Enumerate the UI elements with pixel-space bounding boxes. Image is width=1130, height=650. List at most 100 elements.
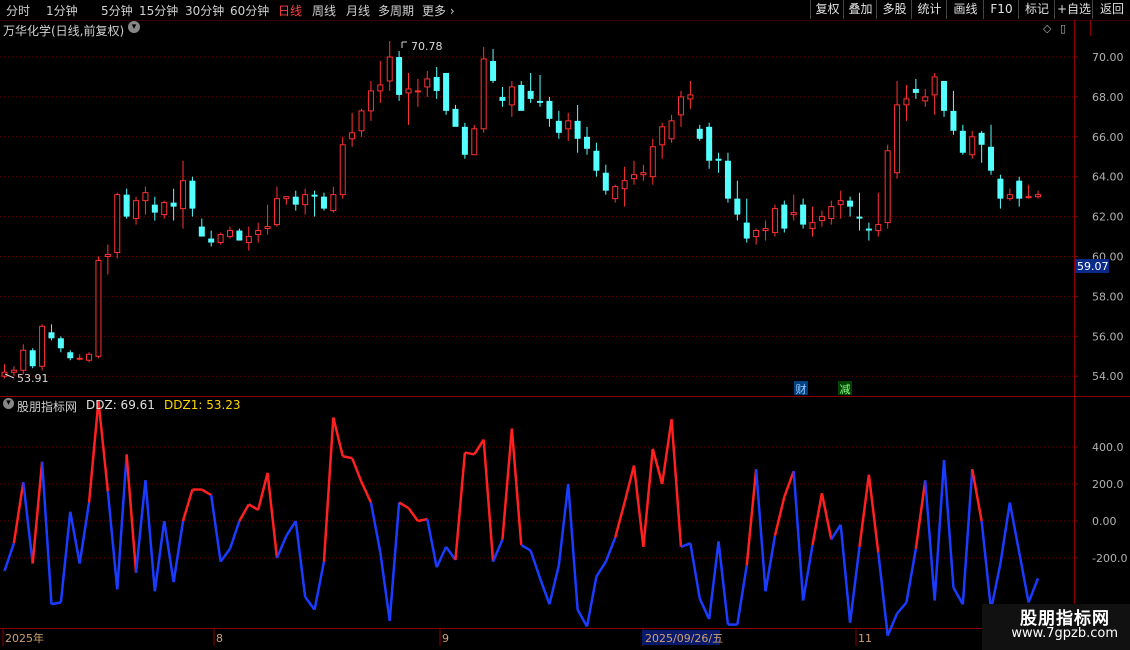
ddz-segment xyxy=(651,448,664,485)
ddz-segment xyxy=(12,481,25,544)
candle-body xyxy=(123,194,130,217)
ddz-segment xyxy=(379,552,391,622)
ddz-segment xyxy=(529,550,542,579)
candle-body xyxy=(593,150,600,171)
ddz-segment xyxy=(632,465,645,548)
price-tick-label: 56.00 xyxy=(1092,330,1124,343)
ddz-segment xyxy=(407,507,419,522)
candle-body xyxy=(283,196,290,200)
candle-body xyxy=(809,222,816,230)
candle-body xyxy=(818,216,825,222)
candle-body xyxy=(443,72,450,111)
ddz-segment xyxy=(275,535,288,559)
ddz1-value: DDZ1: 53.23 xyxy=(164,398,241,412)
candle-body xyxy=(292,196,299,205)
ddz-segment xyxy=(520,543,532,552)
ddz-segment xyxy=(388,502,401,621)
ddz-segment xyxy=(228,520,241,550)
price-tick-label: 68.00 xyxy=(1092,91,1124,104)
ddz-segment xyxy=(313,561,326,611)
ddz-segment xyxy=(698,598,711,620)
ddz-segment xyxy=(801,544,814,601)
candle-body xyxy=(959,130,966,153)
indicator-dropdown-icon[interactable]: ▾ xyxy=(3,398,14,409)
xaxis-label: 9 xyxy=(442,632,449,645)
indicator-tick-label: 0.00 xyxy=(1092,515,1117,528)
candle-body xyxy=(875,224,882,232)
candle-body xyxy=(490,60,497,81)
candle-body xyxy=(104,254,111,258)
candle-body xyxy=(790,212,797,216)
candle-body xyxy=(414,90,421,93)
candle-body xyxy=(978,132,985,145)
candle-body xyxy=(922,96,929,102)
candle-body xyxy=(800,204,807,225)
candle-body xyxy=(565,120,572,130)
candle-body xyxy=(1016,180,1023,199)
price-tick-label: 58.00 xyxy=(1092,290,1124,303)
ddz-segment xyxy=(162,520,175,583)
ddz-segment xyxy=(201,488,212,497)
ddz-segment xyxy=(209,494,222,562)
window-icon[interactable]: ▯ xyxy=(1060,22,1066,35)
low-price-label: 53.91 xyxy=(17,372,49,385)
ddz-segment xyxy=(566,483,579,610)
ddz-segment xyxy=(31,461,44,564)
candle-body xyxy=(76,357,83,360)
candle-body xyxy=(584,136,591,149)
ddz-segment xyxy=(125,454,138,573)
ddz-segment xyxy=(989,563,1002,611)
ddz-segment xyxy=(877,552,889,636)
xaxis-label: 2025年 xyxy=(5,631,44,645)
ddz-segment xyxy=(294,520,307,598)
ddz-segment xyxy=(660,419,673,485)
candle-body xyxy=(10,369,17,373)
ddz-segment xyxy=(830,524,842,541)
price-tick-label: 62.00 xyxy=(1092,211,1124,224)
candle-body xyxy=(180,180,187,210)
candle-body xyxy=(753,230,760,238)
ddz-segment xyxy=(51,601,62,606)
watermark-url: www.7gpzb.com xyxy=(1011,626,1118,641)
candle-body xyxy=(358,110,365,132)
ddz-segment xyxy=(848,546,861,623)
ddz-segment xyxy=(342,455,353,460)
candle-body xyxy=(527,90,534,99)
candle-body xyxy=(226,230,233,238)
candle-body xyxy=(471,128,478,156)
ddz-segment xyxy=(501,428,514,540)
ddz-segment xyxy=(304,596,316,611)
candle-body xyxy=(865,228,872,231)
ddz-segment xyxy=(914,480,927,549)
ddz-segment xyxy=(3,542,16,572)
ddz-segment xyxy=(548,565,561,605)
ddz-segment xyxy=(604,537,617,563)
high-price-label: 70.78 xyxy=(411,40,443,53)
ddz-segment xyxy=(40,461,53,605)
candle-body xyxy=(894,104,901,174)
ddz-segment xyxy=(482,439,495,562)
candle-body xyxy=(687,94,694,100)
candle-body xyxy=(696,128,703,139)
ddz-segment xyxy=(181,489,194,522)
ddz-segment xyxy=(435,546,448,568)
indicator-name: 股朋指标网 xyxy=(17,400,78,414)
candle-body xyxy=(1035,194,1041,198)
candle-body xyxy=(29,350,36,367)
candle-body xyxy=(950,110,957,131)
dropdown-icon[interactable]: ▾ xyxy=(128,21,140,33)
candle-body xyxy=(508,86,515,106)
candle-body xyxy=(405,88,412,94)
ddz-segment xyxy=(285,520,297,537)
candle-body xyxy=(349,132,356,140)
ddz-segment xyxy=(717,541,730,625)
candle-body xyxy=(264,226,271,230)
ddz-segment xyxy=(961,469,974,605)
ddz-segment xyxy=(896,601,908,615)
candle-body xyxy=(198,226,205,237)
candle-body xyxy=(424,78,431,88)
candle-body xyxy=(433,76,440,91)
diamond-icon[interactable]: ◇ xyxy=(1043,22,1051,35)
ddz-segment xyxy=(595,561,607,578)
high-marker xyxy=(401,41,407,48)
